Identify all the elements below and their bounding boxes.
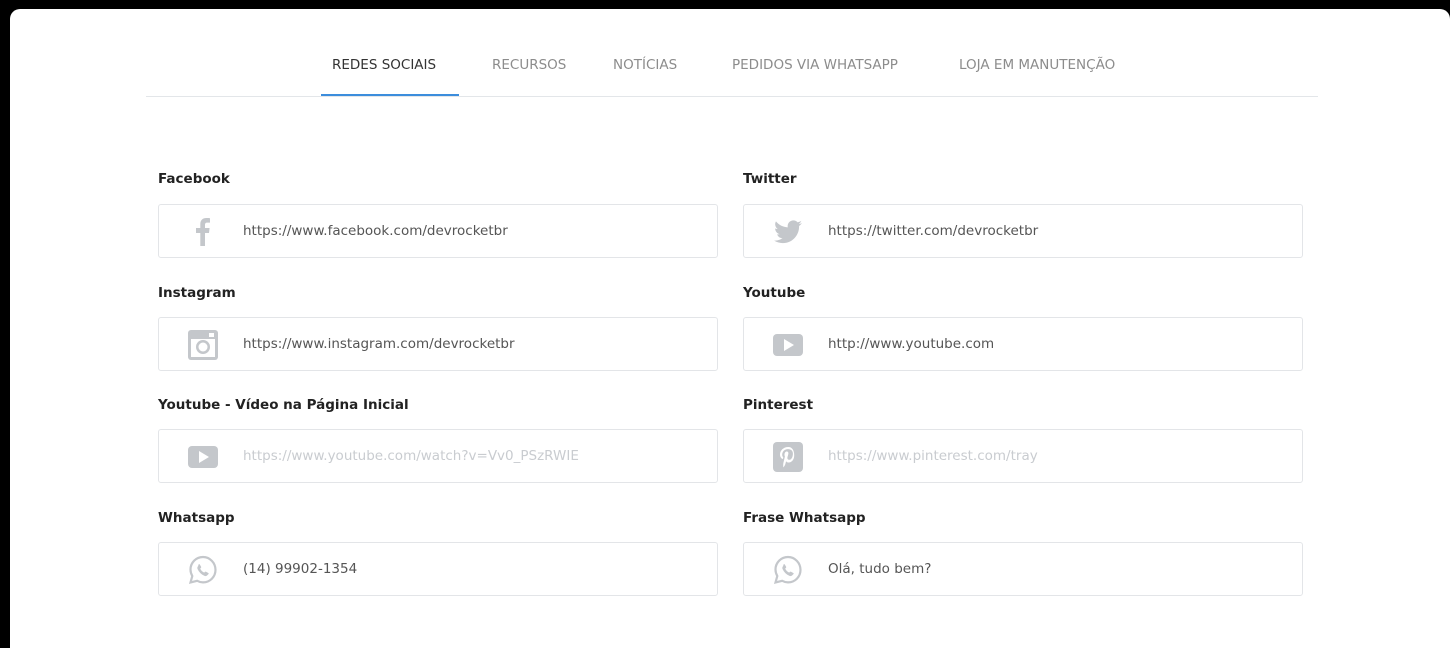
tab-bar: REDES SOCIAIS RECURSOS NOTÍCIAS PEDIDOS … — [146, 9, 1318, 97]
pinterest-input[interactable] — [828, 430, 1288, 482]
facebook-field — [158, 204, 718, 258]
tab-redes-sociais[interactable]: REDES SOCIAIS — [332, 57, 436, 73]
whatsapp-input[interactable] — [243, 543, 703, 595]
youtube-icon — [773, 331, 803, 359]
whatsapp-phrase-input[interactable] — [828, 543, 1288, 595]
instagram-label: Instagram — [158, 285, 236, 301]
whatsapp-field — [158, 542, 718, 596]
instagram-icon — [188, 330, 218, 360]
whatsapp-phrase-field — [743, 542, 1303, 596]
settings-card: REDES SOCIAIS RECURSOS NOTÍCIAS PEDIDOS … — [10, 9, 1450, 648]
twitter-input[interactable] — [828, 205, 1288, 257]
instagram-input[interactable] — [243, 318, 703, 370]
tab-loja-em-manutencao[interactable]: LOJA EM MANUTENÇÃO — [959, 57, 1115, 73]
whatsapp-phrase-label: Frase Whatsapp — [743, 510, 866, 526]
whatsapp-label: Whatsapp — [158, 510, 235, 526]
whatsapp-icon — [188, 555, 218, 585]
youtube-input[interactable] — [828, 318, 1288, 370]
youtube-video-input[interactable] — [243, 430, 703, 482]
facebook-label: Facebook — [158, 171, 230, 187]
twitter-icon — [773, 218, 803, 246]
pinterest-icon — [773, 442, 803, 472]
twitter-label: Twitter — [743, 171, 797, 187]
tab-noticias[interactable]: NOTÍCIAS — [613, 57, 677, 73]
facebook-input[interactable] — [243, 205, 703, 257]
youtube-label: Youtube — [743, 285, 806, 301]
tab-pedidos-via-whatsapp[interactable]: PEDIDOS VIA WHATSAPP — [732, 57, 898, 73]
youtube-video-label: Youtube - Vídeo na Página Inicial — [158, 397, 409, 413]
active-tab-indicator — [321, 94, 459, 96]
whatsapp-icon — [773, 555, 803, 585]
tab-recursos[interactable]: RECURSOS — [492, 57, 566, 73]
pinterest-label: Pinterest — [743, 397, 814, 413]
youtube-icon — [188, 443, 218, 471]
youtube-video-field — [158, 429, 718, 483]
youtube-field — [743, 317, 1303, 371]
facebook-icon — [188, 218, 218, 246]
twitter-field — [743, 204, 1303, 258]
instagram-field — [158, 317, 718, 371]
pinterest-field — [743, 429, 1303, 483]
